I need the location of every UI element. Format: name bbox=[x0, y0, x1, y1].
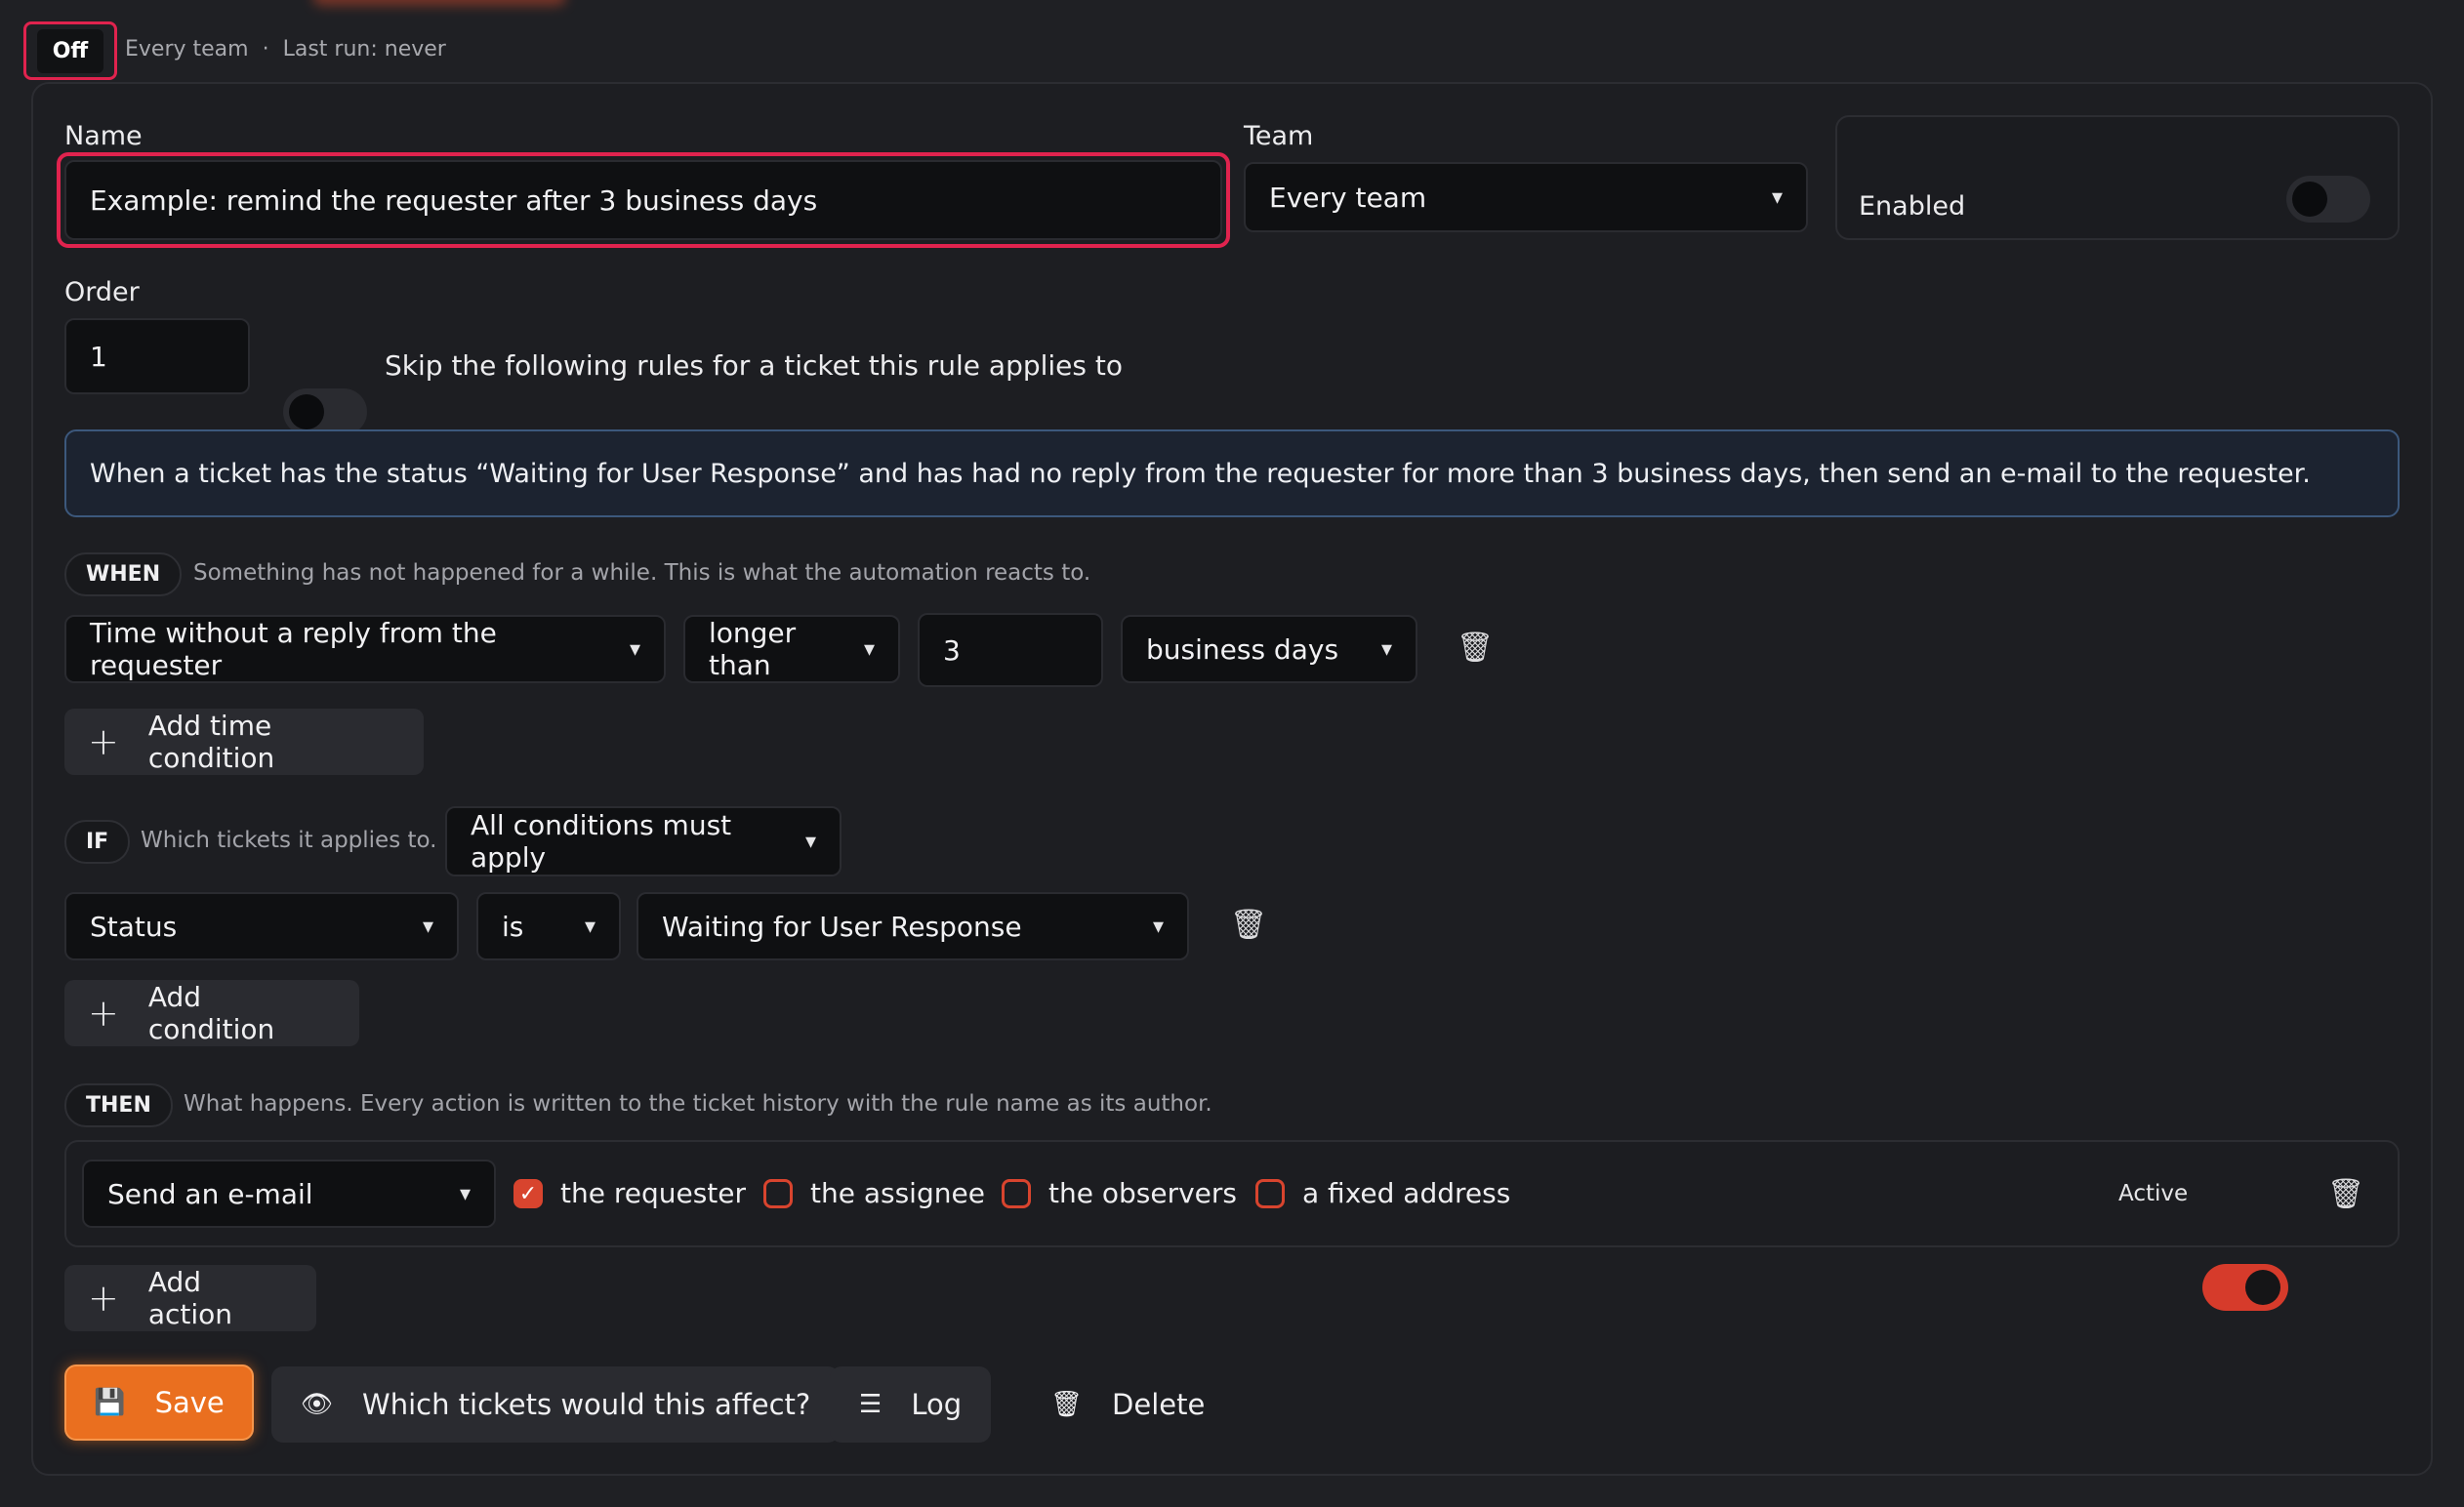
delete-label: Delete bbox=[1112, 1388, 1206, 1421]
chevron-down-icon: ▾ bbox=[1771, 184, 1783, 210]
order-input-value: 1 bbox=[90, 340, 107, 373]
toggle-knob bbox=[2292, 182, 2327, 217]
team-select-value: Every team bbox=[1269, 181, 1427, 214]
toggle-knob bbox=[289, 394, 324, 429]
when-field-select[interactable]: Time without a reply from the requester … bbox=[64, 615, 666, 683]
delete-button[interactable]: 🗑 Delete bbox=[1021, 1366, 1234, 1443]
eye-icon: 👁 bbox=[301, 1390, 334, 1419]
preview-label: Which tickets would this affect? bbox=[362, 1388, 811, 1421]
rule-editor-panel bbox=[31, 82, 2433, 1476]
if-tag: IF bbox=[64, 820, 131, 864]
top-accent-glow bbox=[312, 0, 566, 6]
enabled-label: Enabled bbox=[1859, 191, 1966, 222]
if-operator-value: is bbox=[502, 910, 524, 943]
add-time-condition-label: Add time condition bbox=[147, 710, 275, 774]
when-field-value: Time without a reply from the requester bbox=[90, 617, 497, 681]
enabled-toggle[interactable] bbox=[2286, 176, 2370, 223]
add-condition-label: Add condition bbox=[147, 981, 275, 1045]
chevron-down-icon: ▾ bbox=[459, 1181, 471, 1206]
status-pill[interactable]: Off bbox=[23, 21, 117, 80]
team-select[interactable]: Every team ▾ bbox=[1244, 162, 1808, 232]
then-hint: What happens. Every action is written to… bbox=[184, 1091, 1212, 1117]
recipient-assignee-label: the assignee bbox=[810, 1177, 985, 1209]
plus-icon: + bbox=[88, 992, 119, 1035]
if-field-value: Status bbox=[90, 910, 178, 943]
recipient-observers-checkbox[interactable] bbox=[1002, 1179, 1031, 1208]
trash-icon[interactable]: 🗑 bbox=[1457, 631, 1494, 665]
recipient-fixed-address-checkbox[interactable] bbox=[1255, 1179, 1285, 1208]
chevron-down-icon: ▾ bbox=[629, 636, 640, 662]
log-label: Log bbox=[911, 1388, 963, 1421]
chevron-down-icon: ▾ bbox=[804, 829, 816, 854]
plus-icon: + bbox=[88, 720, 119, 763]
chevron-down-icon: ▾ bbox=[422, 914, 433, 939]
list-check-icon: ☰ bbox=[859, 1390, 883, 1419]
if-mode-select[interactable]: All conditions must apply ▾ bbox=[445, 806, 842, 876]
if-value-select[interactable]: Waiting for User Response ▾ bbox=[637, 892, 1189, 960]
chevron-down-icon: ▾ bbox=[863, 636, 875, 662]
skip-toggle[interactable] bbox=[283, 388, 367, 435]
chevron-down-icon: ▾ bbox=[1152, 914, 1164, 939]
trash-icon[interactable]: 🗑 bbox=[1230, 908, 1267, 942]
if-value-value: Waiting for User Response bbox=[662, 910, 1022, 943]
action-type-value: Send an e-mail bbox=[107, 1177, 313, 1210]
when-tag: WHEN bbox=[64, 552, 183, 596]
chevron-down-icon: ▾ bbox=[584, 914, 595, 939]
recipient-requester-checkbox[interactable]: ✓ bbox=[513, 1179, 543, 1208]
if-operator-select[interactable]: is ▾ bbox=[476, 892, 621, 960]
order-input[interactable]: 1 bbox=[64, 318, 250, 394]
meta-team: Every team bbox=[125, 37, 249, 61]
recipient-fixed-address-label: a fixed address bbox=[1302, 1177, 1511, 1209]
add-time-condition-button[interactable]: + Add time condition bbox=[64, 709, 424, 775]
name-label: Name bbox=[64, 121, 143, 151]
active-toggle[interactable] bbox=[2202, 1264, 2288, 1311]
meta-last-run: Last run: never bbox=[282, 37, 446, 61]
order-label: Order bbox=[64, 277, 140, 307]
if-hint: Which tickets it applies to. bbox=[141, 828, 437, 853]
skip-label: Skip the following rules for a ticket th… bbox=[385, 349, 1123, 382]
plus-icon: + bbox=[88, 1277, 119, 1320]
rule-description: When a ticket has the status “Waiting fo… bbox=[64, 429, 2400, 517]
name-input[interactable]: Example: remind the requester after 3 bu… bbox=[64, 160, 1222, 240]
if-field-select[interactable]: Status ▾ bbox=[64, 892, 459, 960]
when-unit-select[interactable]: business days ▾ bbox=[1121, 615, 1417, 683]
save-label: Save bbox=[154, 1386, 225, 1419]
recipient-requester-label: the requester bbox=[560, 1177, 747, 1209]
status-label: Off bbox=[36, 28, 104, 73]
team-label: Team bbox=[1244, 121, 1314, 151]
when-operator-value: longer than bbox=[709, 617, 797, 681]
meta-separator: · bbox=[262, 37, 269, 61]
active-label: Active bbox=[2118, 1181, 2189, 1206]
preview-affected-tickets-button[interactable]: 👁 Which tickets would this affect? bbox=[271, 1366, 841, 1443]
chevron-down-icon: ▾ bbox=[1380, 636, 1392, 662]
when-unit-value: business days bbox=[1146, 632, 1339, 666]
toggle-knob bbox=[2245, 1270, 2280, 1305]
recipient-observers-label: the observers bbox=[1048, 1177, 1237, 1209]
add-action-button[interactable]: + Add action bbox=[64, 1265, 316, 1331]
log-button[interactable]: ☰ Log bbox=[830, 1366, 992, 1443]
name-input-value: Example: remind the requester after 3 bu… bbox=[90, 183, 818, 217]
trash-icon: 🗑 bbox=[1050, 1390, 1084, 1419]
recipient-assignee-checkbox[interactable] bbox=[763, 1179, 793, 1208]
when-operator-select[interactable]: longer than ▾ bbox=[683, 615, 900, 683]
if-mode-value: All conditions must apply bbox=[471, 809, 732, 874]
add-action-label: Add action bbox=[147, 1266, 233, 1330]
when-amount-value: 3 bbox=[943, 633, 961, 667]
floppy-icon: 💾 bbox=[94, 1388, 126, 1417]
trash-icon[interactable]: 🗑 bbox=[2327, 1177, 2364, 1211]
action-type-select[interactable]: Send an e-mail ▾ bbox=[82, 1160, 496, 1228]
rule-description-text: When a ticket has the status “Waiting fo… bbox=[90, 458, 2311, 489]
when-hint: Something has not happened for a while. … bbox=[193, 560, 1091, 586]
then-tag: THEN bbox=[64, 1083, 173, 1127]
rule-meta: Every team · Last run: never bbox=[125, 37, 446, 61]
add-condition-button[interactable]: + Add condition bbox=[64, 980, 359, 1046]
when-amount-input[interactable]: 3 bbox=[918, 613, 1103, 687]
save-button[interactable]: 💾 Save bbox=[64, 1364, 254, 1441]
